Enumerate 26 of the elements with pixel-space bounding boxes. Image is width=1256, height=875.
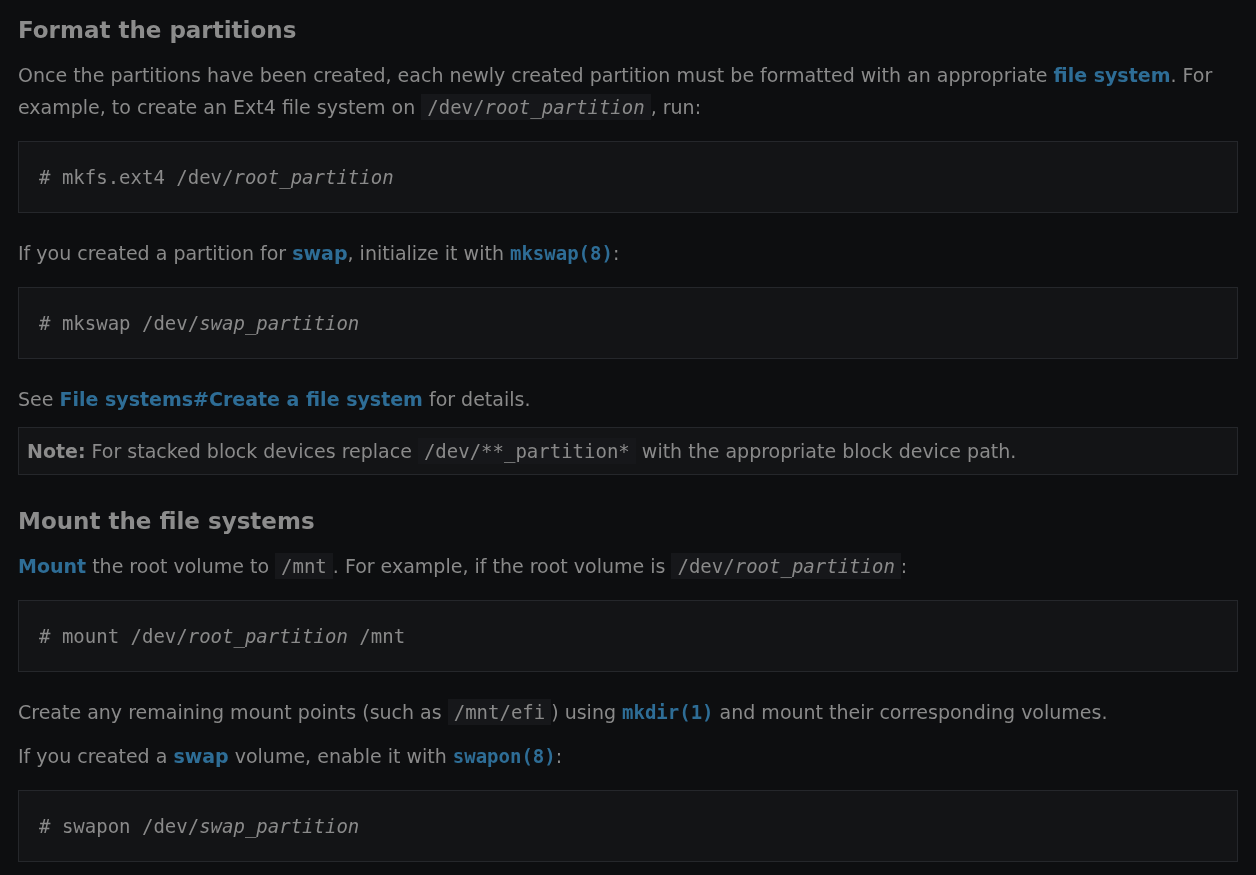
inline-code: /dev/root_partition: [671, 553, 901, 579]
inline-code: /dev/root_partition: [421, 94, 651, 120]
paragraph: See File systems#Create a file system for details.: [18, 387, 532, 412]
paragraph: Once the partitions have been created, each newly created partition must be formatted with an appropriate file system. For example, to create an Ext4 file system on /dev/root_partition , run:: [18, 63, 1214, 122]
code-block: # swapon /dev/swap_partition: [18, 790, 1238, 862]
paragraph: Mount the root volume to /mnt . For example, if the root volume is /dev/root_partition :: [18, 552, 909, 581]
code-block: # mount /dev/root_partition /mnt: [18, 600, 1238, 672]
paragraph: If you created a swap volume, enable it with swapon(8):: [18, 744, 564, 769]
wiki-link[interactable]: File systems#Create a file system: [59, 388, 423, 410]
section-heading: Mount the file systems: [18, 507, 316, 536]
code-block: # mkfs.ext4 /dev/root_partition: [18, 141, 1238, 213]
section-heading: Format the partitions: [18, 16, 298, 45]
wiki-link[interactable]: swap: [173, 745, 229, 767]
man-page-link[interactable]: mkdir(1): [622, 701, 714, 723]
inline-code: /mnt: [275, 553, 333, 579]
wiki-link[interactable]: Mount: [18, 555, 87, 577]
inline-code: /mnt/efi: [447, 699, 552, 725]
man-page-link[interactable]: swapon(8): [452, 745, 556, 767]
wiki-link[interactable]: swap: [292, 242, 348, 264]
paragraph: If you created a partition for swap, initialize it with mkswap(8):: [18, 241, 621, 266]
note-box: Note: For stacked block devices replace /dev/**_partition* with the appropriate block device path.: [18, 427, 1238, 475]
wiki-link[interactable]: file system: [1053, 64, 1171, 86]
man-page-link[interactable]: mkswap(8): [509, 242, 613, 264]
paragraph: Create any remaining mount points (such as /mnt/efi ) using mkdir(1) and mount their corresponding volumes.: [18, 698, 1109, 727]
code-block: # mkswap /dev/swap_partition: [18, 287, 1238, 359]
inline-code: /dev/**_partition*: [417, 438, 636, 464]
